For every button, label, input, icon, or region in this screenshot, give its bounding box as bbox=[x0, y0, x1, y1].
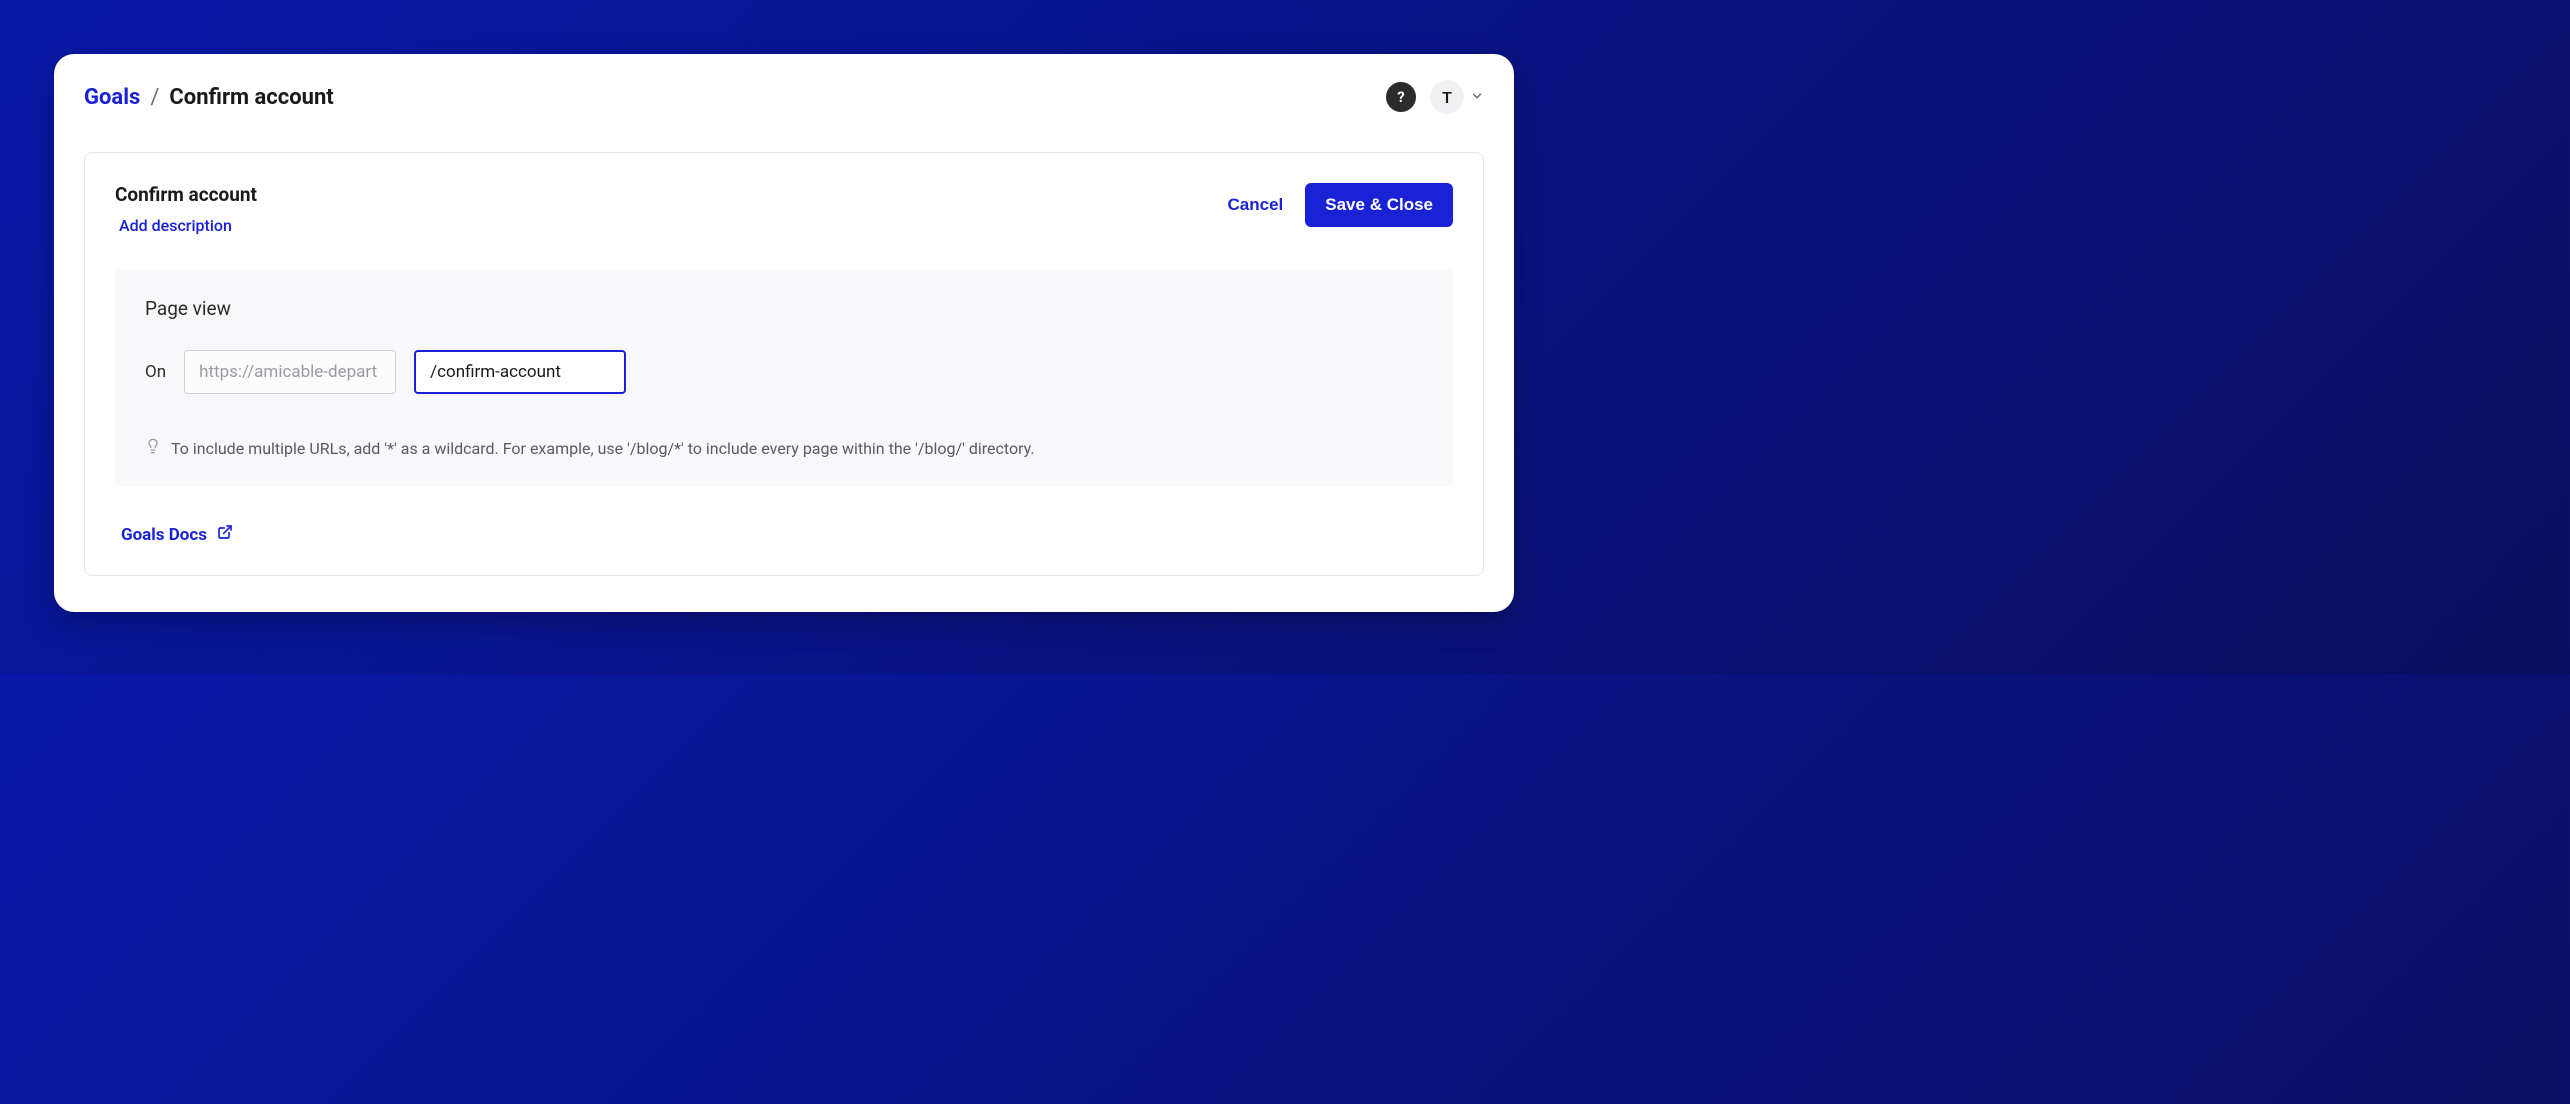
domain-input[interactable] bbox=[184, 350, 396, 394]
pageview-title: Page view bbox=[145, 297, 1423, 320]
header-row: Goals / Confirm account ? T bbox=[84, 80, 1484, 114]
save-close-button[interactable]: Save & Close bbox=[1305, 183, 1453, 227]
goals-docs-link[interactable]: Goals Docs bbox=[115, 524, 1453, 545]
chevron-down-icon bbox=[1470, 88, 1484, 107]
pageview-box: Page view On To include multiple URLs, a… bbox=[115, 269, 1453, 486]
input-row: On bbox=[145, 350, 1423, 394]
goal-title: Confirm account bbox=[115, 183, 257, 206]
hint-row: To include multiple URLs, add '*' as a w… bbox=[145, 438, 1423, 458]
help-button[interactable]: ? bbox=[1386, 82, 1416, 112]
breadcrumb-current: Confirm account bbox=[169, 85, 333, 110]
section-title-group: Confirm account Add description bbox=[115, 183, 257, 235]
goals-docs-label: Goals Docs bbox=[121, 525, 207, 545]
avatar: T bbox=[1430, 80, 1464, 114]
on-label: On bbox=[145, 362, 166, 382]
path-input[interactable] bbox=[414, 350, 626, 394]
hint-text: To include multiple URLs, add '*' as a w… bbox=[171, 439, 1035, 458]
breadcrumb-separator: / bbox=[150, 85, 159, 110]
card-container: Goals / Confirm account ? T Confirm acco… bbox=[54, 54, 1514, 612]
external-link-icon bbox=[217, 524, 233, 545]
section-actions: Cancel Save & Close bbox=[1228, 183, 1453, 227]
section-header: Confirm account Add description Cancel S… bbox=[115, 183, 1453, 235]
breadcrumb-root[interactable]: Goals bbox=[84, 85, 140, 110]
cancel-button[interactable]: Cancel bbox=[1228, 195, 1284, 215]
goal-section: Confirm account Add description Cancel S… bbox=[84, 152, 1484, 576]
breadcrumb: Goals / Confirm account bbox=[84, 85, 334, 110]
lightbulb-icon bbox=[145, 438, 161, 458]
add-description-link[interactable]: Add description bbox=[115, 216, 257, 235]
header-right: ? T bbox=[1386, 80, 1484, 114]
user-menu[interactable]: T bbox=[1430, 80, 1484, 114]
